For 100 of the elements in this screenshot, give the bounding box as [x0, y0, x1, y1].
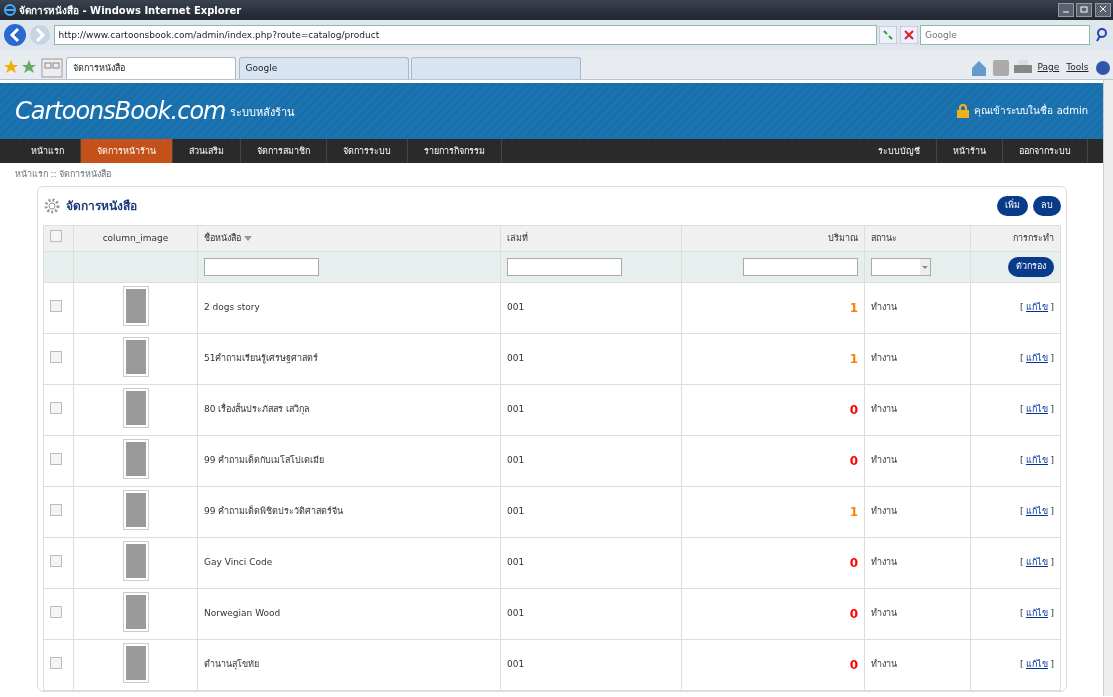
bracket: ] — [1050, 506, 1054, 517]
column-header: สถานะ — [864, 225, 971, 252]
quantity-value: 0 — [849, 658, 858, 672]
book-title: 99 คำถามเด็ดพิชิตประวัติศาสตร์จีน — [204, 506, 344, 517]
address-field[interactable]: http://www.cartoonsbook.com/admin/index.php?route=catalog/product — [53, 25, 877, 45]
photo-placeholder — [125, 390, 146, 425]
action-button[interactable]: เพิ่ม — [997, 196, 1028, 216]
window-title: จัดการหนังสือ - Windows Internet Explorer — [19, 3, 243, 18]
edit-link[interactable]: แก้ไข — [1026, 404, 1048, 415]
edit-link[interactable]: แก้ไข — [1026, 455, 1048, 466]
bracket: [ — [1019, 659, 1024, 670]
nav-item[interactable]: หน้าร้าน — [937, 138, 1003, 163]
book-title: Norwegian Wood — [204, 608, 281, 619]
nav-item[interactable]: จัดการระบบ — [327, 138, 408, 163]
edit-link[interactable]: แก้ไข — [1026, 506, 1048, 517]
volume-number: 001 — [507, 302, 525, 313]
nav-item[interactable]: รายการกิจกรรม — [408, 138, 502, 163]
close-icon — [1098, 5, 1107, 13]
bracket: ] — [1050, 455, 1054, 466]
bracket: [ — [1019, 353, 1024, 364]
nav-item[interactable]: ออกจากระบบ — [1003, 138, 1088, 163]
book-title: 80 เรื่องสั้นประภัสสร เสวิกุล — [204, 404, 311, 415]
edit-link[interactable]: แก้ไข — [1026, 659, 1048, 670]
row-checkbox[interactable] — [50, 350, 62, 363]
column-header[interactable]: ชื่อหนังสือ — [197, 225, 501, 252]
new-tab[interactable] — [411, 57, 581, 79]
edit-link[interactable]: แก้ไข — [1026, 608, 1048, 619]
quantity-value: 0 — [849, 454, 858, 468]
row-checkbox[interactable] — [50, 656, 62, 669]
volume-number: 001 — [507, 557, 525, 568]
bracket: ] — [1050, 404, 1054, 415]
filter-button[interactable]: ตัวกรอง — [1008, 257, 1054, 277]
bracket: [ — [1019, 608, 1024, 619]
status-text: ทำงาน — [871, 506, 897, 517]
browser-logo-icon — [2, 3, 17, 17]
photo-placeholder — [125, 645, 146, 680]
breadcrumb-link[interactable]: หน้าแรก — [15, 167, 48, 181]
nav-item[interactable]: ระบบบัญชี — [862, 138, 937, 163]
close-button[interactable] — [1094, 3, 1111, 17]
minimize-button[interactable] — [1057, 3, 1074, 17]
edit-link[interactable]: แก้ไข — [1026, 302, 1048, 313]
row-checkbox[interactable] — [50, 605, 62, 618]
quantity-value: 0 — [849, 607, 858, 621]
volume-number: 001 — [507, 455, 525, 466]
panel-title: จัดการหนังสือ — [66, 198, 138, 215]
photo-placeholder — [125, 594, 146, 629]
search-field[interactable]: Google — [920, 25, 1090, 45]
nav-item[interactable]: ส่วนเสริม — [173, 138, 241, 163]
action-button[interactable]: ลบ — [1033, 196, 1061, 216]
photo-placeholder — [125, 288, 146, 323]
column-header: ปริมาณ — [681, 225, 865, 252]
feed-icon[interactable] — [992, 59, 1009, 76]
row-checkbox[interactable] — [50, 299, 62, 312]
printer-icon[interactable] — [1013, 59, 1032, 76]
close-icon[interactable] — [899, 26, 918, 44]
nav-item[interactable]: จัดการสมาชิก — [241, 138, 327, 163]
back-icon[interactable] — [2, 23, 27, 47]
site-logo[interactable]: CartoonsBook.com — [15, 92, 226, 129]
help-icon[interactable] — [1094, 59, 1111, 76]
quantity-value: 1 — [849, 352, 858, 366]
volume-number: 001 — [507, 506, 525, 517]
bracket: [ — [1019, 506, 1024, 517]
status-text: ทำงาน — [871, 659, 897, 670]
volume-number: 001 — [507, 353, 525, 364]
scrollbar[interactable] — [1103, 80, 1113, 696]
toolbar-menu-button[interactable]: Page — [1036, 59, 1061, 76]
column-header: เล่มที่ — [500, 225, 682, 252]
browser-tab[interactable]: Google — [238, 57, 409, 79]
row-checkbox[interactable] — [50, 452, 62, 465]
bracket: [ — [1019, 455, 1024, 466]
quantity-value: 1 — [849, 301, 858, 315]
edit-link[interactable]: แก้ไข — [1026, 557, 1048, 568]
breadcrumb-link[interactable]: จัดการหนังสือ — [59, 167, 112, 181]
status-dropdown[interactable] — [871, 258, 931, 276]
photo-placeholder — [125, 339, 146, 374]
row-checkbox[interactable] — [50, 554, 62, 567]
quick-tabs-icon[interactable] — [39, 55, 64, 79]
quantity-value: 1 — [849, 505, 858, 519]
edit-link[interactable]: แก้ไข — [1026, 353, 1048, 364]
bracket: ] — [1050, 302, 1054, 313]
filter-field[interactable] — [204, 258, 319, 276]
column-header: column_image — [73, 225, 198, 252]
filter-field[interactable] — [743, 258, 858, 276]
status-text: ทำงาน — [871, 557, 897, 568]
home-icon[interactable] — [969, 58, 988, 77]
toolbar-menu-button[interactable]: Tools — [1065, 59, 1090, 76]
row-checkbox[interactable] — [50, 401, 62, 414]
select-all-checkbox[interactable] — [50, 230, 62, 243]
photo-placeholder — [125, 492, 146, 527]
gear-icon — [43, 197, 61, 215]
bracket: [ — [1019, 302, 1024, 313]
quantity-value: 0 — [849, 556, 858, 570]
sort-arrow-icon — [243, 235, 252, 241]
browser-tab[interactable]: จัดการหนังสือ — [66, 57, 236, 79]
refresh-icon[interactable] — [879, 26, 897, 44]
volume-number: 001 — [507, 659, 525, 670]
filter-field[interactable] — [507, 258, 622, 276]
row-checkbox[interactable] — [50, 503, 62, 516]
nav-item[interactable]: จัดการหน้าร้าน — [81, 138, 173, 163]
book-title: 2 dogs story — [204, 302, 260, 313]
